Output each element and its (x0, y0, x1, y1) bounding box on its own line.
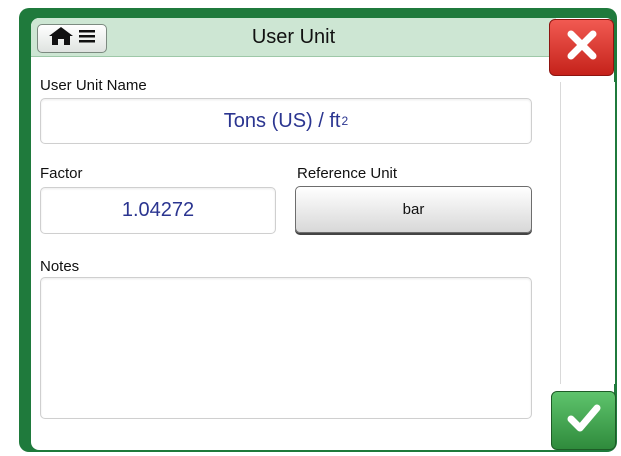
reference-unit-button[interactable]: bar (295, 186, 532, 233)
window-title: User Unit (251, 26, 336, 48)
notes-value (41, 278, 531, 290)
user-unit-name-field[interactable]: Tons (US) / ft 2 (40, 98, 532, 144)
user-unit-name-value: Tons (US) / ft (223, 109, 341, 132)
home-icon (48, 26, 74, 51)
factor-value: 1.04272 (121, 199, 195, 221)
user-unit-name-superscript: 2 (341, 114, 349, 128)
close-icon (565, 28, 599, 67)
checkmark-icon (566, 402, 602, 439)
user-unit-name-value-wrap: Tons (US) / ft 2 (41, 99, 531, 143)
right-panel (560, 82, 615, 384)
accept-button[interactable] (551, 391, 616, 450)
user-unit-name-label: User Unit Name (40, 77, 147, 94)
factor-field[interactable]: 1.04272 (40, 187, 276, 234)
title-bar: User Unit (31, 18, 556, 57)
home-menu-button[interactable] (37, 24, 107, 53)
notes-field[interactable] (40, 277, 532, 419)
close-button[interactable] (549, 19, 614, 76)
notes-label: Notes (40, 258, 80, 275)
factor-label: Factor (40, 165, 83, 182)
hamburger-icon (78, 28, 96, 49)
reference-unit-label: Reference Unit (297, 165, 398, 182)
